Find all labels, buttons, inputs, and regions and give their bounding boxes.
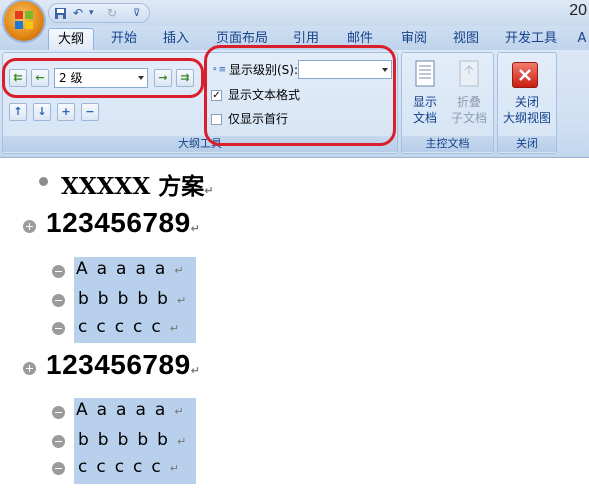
tab-home[interactable]: 开始 (104, 28, 144, 50)
subitem-text: Aaaaa (76, 259, 175, 279)
expand-button[interactable]: + (57, 103, 75, 121)
master-document-group-label: 主控文档 (402, 136, 493, 152)
collapse-subitem-icon[interactable] (52, 406, 65, 419)
collapse-subitem-icon[interactable] (52, 294, 65, 307)
annotation-circle (204, 45, 396, 146)
customize-qat-icon[interactable]: ⊽ (133, 7, 140, 20)
office-logo-icon (15, 11, 33, 29)
subitem-text: ccccc (78, 317, 170, 337)
collapse-subitem-icon[interactable] (52, 265, 65, 278)
undo-icon[interactable]: ↶ (73, 7, 83, 20)
collapse-button[interactable]: − (81, 103, 99, 121)
show-document-label-2: 文档 (412, 111, 437, 125)
close-icon (512, 62, 538, 88)
collapse-subitem-icon[interactable] (52, 322, 65, 335)
expand-heading-icon[interactable] (23, 220, 36, 233)
redo-icon[interactable]: ↻ (107, 7, 117, 20)
collapse-label-1: 折叠 (456, 95, 481, 109)
tab-outline[interactable]: 大纲 (48, 28, 94, 50)
tab-view[interactable]: 视图 (446, 28, 486, 50)
heading: 123456789↵ (46, 349, 200, 381)
paragraph-mark: ↵ (204, 184, 214, 197)
close-group-label: 关闭 (498, 136, 556, 152)
paragraph-mark: ↵ (176, 294, 196, 307)
subitem-text: Aaaaa (76, 400, 175, 420)
document-title: XXXXX 方案↵ (61, 167, 213, 201)
subitem-text: ccccc (78, 457, 170, 477)
paragraph-mark: ↵ (169, 462, 188, 475)
paragraph-mark: ↵ (190, 222, 201, 235)
show-document-icon (414, 60, 436, 88)
heading: 123456789↵ (46, 207, 200, 239)
show-document-button[interactable]: 显示 文档 (405, 94, 445, 126)
paragraph-mark: ↵ (174, 264, 193, 277)
collapse-label-2: 子文档 (450, 111, 487, 125)
collapse-subdocuments-icon (458, 60, 480, 88)
close-label-2: 大纲视图 (502, 111, 551, 125)
subitem: ccccc↵ (78, 317, 188, 337)
subitem-text: bbbbb (78, 430, 177, 450)
expand-heading-icon[interactable] (23, 362, 36, 375)
window-title: 20 (569, 2, 587, 19)
paragraph-mark: ↵ (190, 364, 201, 377)
paragraph-mark: ↵ (176, 435, 196, 448)
collapse-subitem-icon[interactable] (52, 462, 65, 475)
paragraph-mark: ↵ (169, 322, 188, 335)
save-icon[interactable] (54, 7, 67, 20)
subitem: Aaaaa↵ (76, 400, 193, 420)
tab-insert[interactable]: 插入 (156, 28, 196, 50)
annotation-circle (2, 58, 204, 98)
body-bullet[interactable] (39, 177, 48, 186)
move-up-button[interactable]: ↑ (9, 103, 27, 121)
collapse-subdocuments-button[interactable]: 折叠 子文档 (446, 94, 492, 126)
collapse-subitem-icon[interactable] (52, 435, 65, 448)
move-down-button[interactable]: ↓ (33, 103, 51, 121)
undo-dropdown-icon[interactable]: ▾ (89, 7, 94, 20)
close-label-1: 关闭 (514, 95, 539, 109)
tab-developer[interactable]: 开发工具 (500, 28, 562, 50)
paragraph-mark: ↵ (174, 405, 193, 418)
subitem-text: bbbbb (78, 289, 177, 309)
subitem: bbbbb↵ (78, 430, 195, 450)
document-title-text: XXXXX 方案 (61, 173, 205, 200)
heading-text: 123456789 (46, 349, 191, 380)
quick-access-toolbar: ↶ ▾ ↻ ⊽ (48, 3, 150, 23)
subitem: ccccc↵ (78, 457, 188, 477)
office-button[interactable] (4, 1, 44, 41)
heading-text: 123456789 (46, 207, 191, 238)
show-document-label-1: 显示 (412, 95, 437, 109)
close-outline-view-button[interactable]: 关闭 大纲视图 (499, 94, 555, 126)
tab-review[interactable]: 审阅 (394, 28, 434, 50)
tab-more[interactable]: A (574, 28, 589, 50)
subitem: bbbbb↵ (78, 289, 195, 309)
subitem: Aaaaa↵ (76, 259, 193, 279)
